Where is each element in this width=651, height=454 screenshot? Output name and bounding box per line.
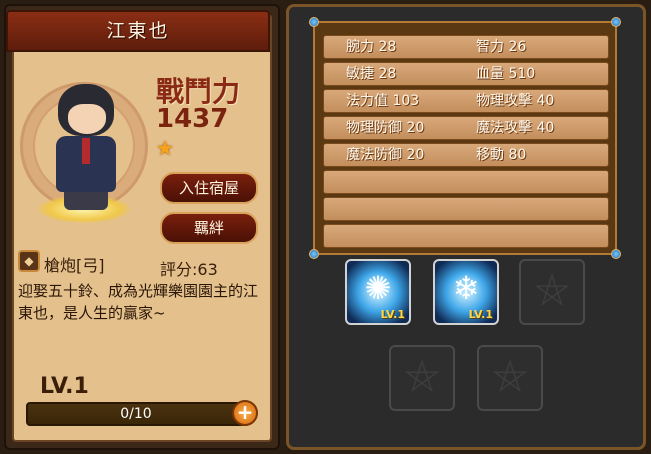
skill-slot-5[interactable]: ⛤ <box>477 345 543 411</box>
stat-row: 魔法防御 20 移動 80 <box>323 143 609 167</box>
character-description: 迎娶五十鈴、成為光輝樂園園主的江東也，是人生的贏家~ <box>18 282 259 322</box>
xp-bar: 0/10 <box>26 402 246 426</box>
character-tie <box>82 138 90 164</box>
skill-level: LV.1 <box>380 308 405 321</box>
stat-row <box>323 224 609 248</box>
weapon-icon: ◆ <box>18 250 40 272</box>
sun-burst-icon: ✺ <box>364 269 392 307</box>
stat-row <box>323 197 609 221</box>
lodge-button[interactable]: 入住宿屋 <box>160 172 258 204</box>
stat-right: 魔法攻擊 40 <box>476 120 555 136</box>
xp-text: 0/10 <box>120 406 152 422</box>
stat-row: 物理防御 20 魔法攻擊 40 <box>323 116 609 140</box>
skill-slot-1[interactable]: ✺ LV.1 <box>345 259 411 325</box>
corner-gem-icon <box>611 249 621 259</box>
corner-gem-icon <box>611 17 621 27</box>
stat-left: 魔法防御 20 <box>346 147 425 163</box>
weapon-label: 槍炮[弓] <box>44 256 105 275</box>
stat-right: 物理攻擊 40 <box>476 93 555 109</box>
corner-gem-icon <box>309 249 319 259</box>
stat-right: 移動 80 <box>476 147 527 163</box>
level-up-button[interactable]: + <box>232 400 258 426</box>
pentagram-icon: ⛤ <box>492 351 528 402</box>
stat-left: 法力值 103 <box>346 93 420 109</box>
skill-slot-2[interactable]: ❄ LV.1 <box>433 259 499 325</box>
game-window: 江東也 戰鬥力 1437 ★ 入住宿屋 羈絆 ◆ 槍炮[弓] 評分:63 迎娶五… <box>0 0 651 454</box>
star-icon: ★ <box>156 136 174 160</box>
stats-frame: 腕力 28 智力 26 敏捷 28 血量 510 法力值 103 物理攻擊 40… <box>309 17 621 259</box>
skill-slot-4[interactable]: ⛤ <box>389 345 455 411</box>
character-portrait <box>20 70 150 230</box>
character-face <box>68 104 106 134</box>
bond-button[interactable]: 羈絆 <box>160 212 258 244</box>
stat-left: 物理防御 20 <box>346 120 425 136</box>
score-label: 評分:63 <box>160 260 218 279</box>
stats-panel: 腕力 28 智力 26 敏捷 28 血量 510 法力值 103 物理攻擊 40… <box>286 4 646 450</box>
stat-left: 腕力 28 <box>346 39 397 55</box>
character-name: 江東也 <box>6 10 270 52</box>
pentagram-icon: ⛤ <box>534 265 570 316</box>
power-value: 1437 <box>156 104 229 134</box>
pentagram-icon: ⛤ <box>404 351 440 402</box>
stat-row: 腕力 28 智力 26 <box>323 35 609 59</box>
stat-left: 敏捷 28 <box>346 66 397 82</box>
skill-slot-3[interactable]: ⛤ <box>519 259 585 325</box>
stat-row <box>323 170 609 194</box>
ice-shard-icon: ❄ <box>452 269 480 307</box>
stat-row: 法力值 103 物理攻擊 40 <box>323 89 609 113</box>
skill-level: LV.1 <box>468 308 493 321</box>
stat-right: 智力 26 <box>476 39 527 55</box>
level-label: LV.1 <box>40 374 89 399</box>
stat-right: 血量 510 <box>476 66 536 82</box>
corner-gem-icon <box>309 17 319 27</box>
stat-row: 敏捷 28 血量 510 <box>323 62 609 86</box>
